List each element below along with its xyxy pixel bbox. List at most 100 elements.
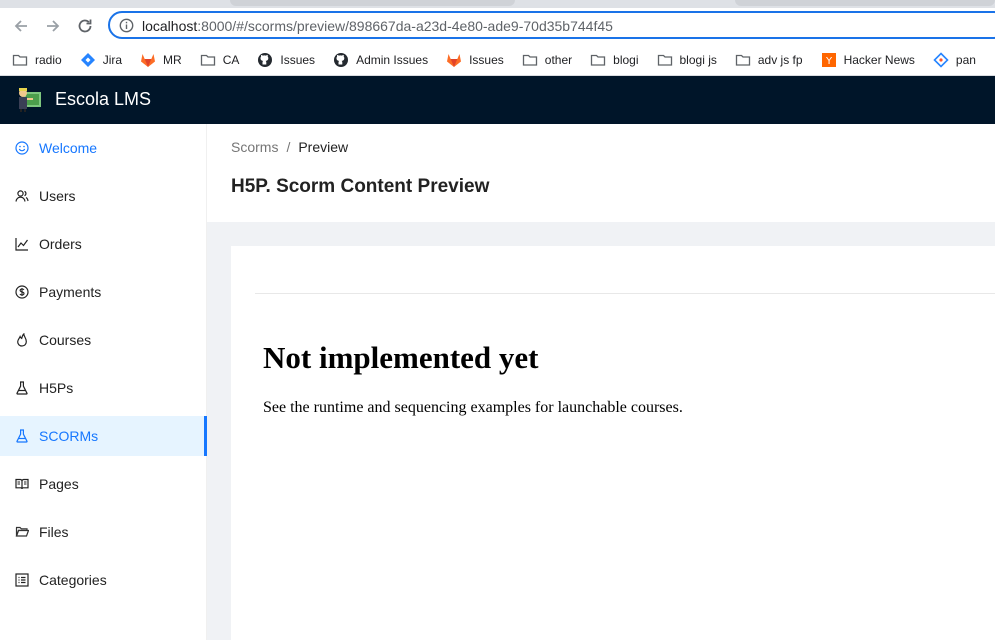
bookmark-item[interactable]: Jira bbox=[80, 52, 122, 68]
bookmarks-bar: radio Jira MR CA Issues Admin Issues Issues oth… bbox=[0, 44, 995, 76]
browser-tab[interactable] bbox=[735, 0, 995, 6]
bookmark-item[interactable]: blogi js bbox=[657, 52, 717, 68]
folder-icon bbox=[200, 52, 216, 68]
sidebar-item-scorms[interactable]: SCORMs bbox=[0, 416, 207, 456]
sidebar-item-payments[interactable]: Payments bbox=[0, 272, 207, 312]
bookmark-label: Issues bbox=[280, 52, 316, 67]
sidebar-item-h5ps[interactable]: H5Ps bbox=[0, 368, 207, 408]
sidebar-item-pages[interactable]: Pages bbox=[0, 464, 207, 504]
forward-button[interactable] bbox=[41, 14, 65, 38]
sidebar-item-label: Welcome bbox=[39, 140, 98, 156]
diamond-icon bbox=[933, 51, 949, 68]
breadcrumb-separator: / bbox=[286, 139, 291, 155]
folder-open-icon bbox=[15, 525, 29, 539]
breadcrumb-current: Preview bbox=[298, 139, 349, 155]
dollar-icon bbox=[15, 285, 29, 299]
folder-icon bbox=[12, 52, 28, 68]
divider bbox=[255, 293, 995, 294]
gitlab-icon bbox=[446, 52, 462, 68]
sidebar-item-label: Files bbox=[39, 524, 69, 540]
github-icon bbox=[333, 52, 349, 68]
sidebar-item-label: Orders bbox=[39, 236, 82, 252]
sidebar-item-label: H5Ps bbox=[39, 380, 74, 396]
arrow-right-icon bbox=[47, 20, 60, 32]
content-heading: Not implemented yet bbox=[263, 340, 539, 375]
content-text: See the runtime and sequencing examples … bbox=[263, 399, 683, 416]
bookmark-item[interactable]: Issues bbox=[446, 52, 504, 68]
jira-icon bbox=[80, 52, 96, 68]
bookmark-item[interactable]: blogi bbox=[590, 52, 639, 68]
bookmark-label: MR bbox=[163, 52, 182, 67]
bookmark-label: Issues bbox=[469, 52, 504, 67]
browser-tab-strip bbox=[0, 0, 995, 8]
bookmark-label: adv js fp bbox=[757, 52, 803, 67]
bookmark-item[interactable]: pan bbox=[933, 51, 976, 68]
bookmark-label: other bbox=[544, 52, 573, 67]
fire-icon bbox=[15, 333, 29, 347]
arrow-left-icon bbox=[14, 20, 27, 32]
sidebar-item-label: Categories bbox=[39, 572, 107, 588]
gitlab-icon bbox=[140, 52, 156, 68]
app-title[interactable]: Escola LMS bbox=[55, 89, 151, 110]
back-button[interactable] bbox=[9, 14, 33, 38]
bookmark-label: CA bbox=[222, 52, 240, 67]
bookmark-item[interactable]: adv js fp bbox=[735, 52, 803, 68]
bookmark-label: Jira bbox=[102, 52, 123, 67]
folder-icon bbox=[735, 52, 751, 68]
list-icon bbox=[15, 573, 29, 587]
chart-icon bbox=[15, 237, 29, 251]
sidebar-item-users[interactable]: Users bbox=[0, 176, 207, 216]
breadcrumb-link-scorms[interactable]: Scorms bbox=[231, 139, 278, 155]
users-icon bbox=[15, 189, 29, 203]
sidebar-item-orders[interactable]: Orders bbox=[0, 224, 207, 264]
url-host: localhost bbox=[142, 18, 198, 34]
book-icon bbox=[15, 477, 29, 491]
bookmark-item[interactable]: Issues bbox=[257, 52, 315, 68]
app-header: Escola LMS bbox=[0, 76, 995, 124]
content-card: Not implemented yet See the runtime and … bbox=[231, 246, 995, 640]
sidebar-item-categories[interactable]: Categories bbox=[0, 560, 207, 600]
page-title: H5P. Scorm Content Preview bbox=[231, 176, 490, 197]
sidebar-item-label: Users bbox=[39, 188, 76, 204]
sidebar: Welcome Users Orders Payments Courses H5Ps SCO… bbox=[0, 124, 207, 640]
bookmark-label: blogi bbox=[613, 52, 639, 67]
sidebar-item-label: Payments bbox=[39, 284, 102, 300]
bookmark-item[interactable]: MR bbox=[140, 52, 182, 68]
folder-icon bbox=[657, 52, 673, 68]
breadcrumb: Scorms / Preview bbox=[231, 139, 348, 155]
page-header: Scorms / Preview H5P. Scorm Content Prev… bbox=[207, 124, 995, 222]
escola-logo-icon[interactable] bbox=[15, 85, 43, 113]
hacker-news-icon: Y bbox=[821, 52, 837, 68]
url-path: :8000/#/scorms/preview/898667da-a23d-4e8… bbox=[197, 18, 613, 34]
folder-icon bbox=[590, 52, 606, 68]
reload-icon bbox=[78, 19, 92, 33]
bookmark-item[interactable]: Admin Issues bbox=[333, 52, 428, 68]
flask-icon bbox=[15, 429, 29, 443]
info-icon[interactable] bbox=[119, 18, 134, 33]
svg-text:Y: Y bbox=[825, 56, 833, 67]
address-bar[interactable]: localhost:8000/#/scorms/preview/898667da… bbox=[108, 11, 995, 39]
bookmark-item[interactable]: Y Hacker News bbox=[821, 52, 915, 68]
browser-toolbar: localhost:8000/#/scorms/preview/898667da… bbox=[0, 8, 995, 44]
bookmark-item[interactable]: other bbox=[522, 52, 572, 68]
bookmark-label: pan bbox=[955, 52, 976, 67]
bookmark-label: blogi js bbox=[679, 52, 717, 67]
flask-icon bbox=[15, 381, 29, 395]
github-icon bbox=[257, 52, 273, 68]
folder-icon bbox=[522, 52, 538, 68]
bookmark-item[interactable]: CA bbox=[200, 52, 240, 68]
smile-icon bbox=[15, 141, 29, 155]
url-text: localhost:8000/#/scorms/preview/898667da… bbox=[142, 18, 613, 34]
sidebar-item-welcome[interactable]: Welcome bbox=[0, 128, 207, 168]
browser-tab[interactable] bbox=[230, 0, 515, 6]
bookmark-label: Admin Issues bbox=[356, 52, 429, 67]
sidebar-item-courses[interactable]: Courses bbox=[0, 320, 207, 360]
sidebar-item-label: Pages bbox=[39, 476, 79, 492]
sidebar-item-label: Courses bbox=[39, 332, 92, 348]
reload-button[interactable] bbox=[73, 14, 97, 38]
bookmark-item[interactable]: radio bbox=[12, 52, 62, 68]
sidebar-item-files[interactable]: Files bbox=[0, 512, 207, 552]
sidebar-item-label: SCORMs bbox=[39, 428, 99, 444]
bookmark-label: Hacker News bbox=[843, 52, 915, 67]
bookmark-label: radio bbox=[35, 52, 62, 67]
